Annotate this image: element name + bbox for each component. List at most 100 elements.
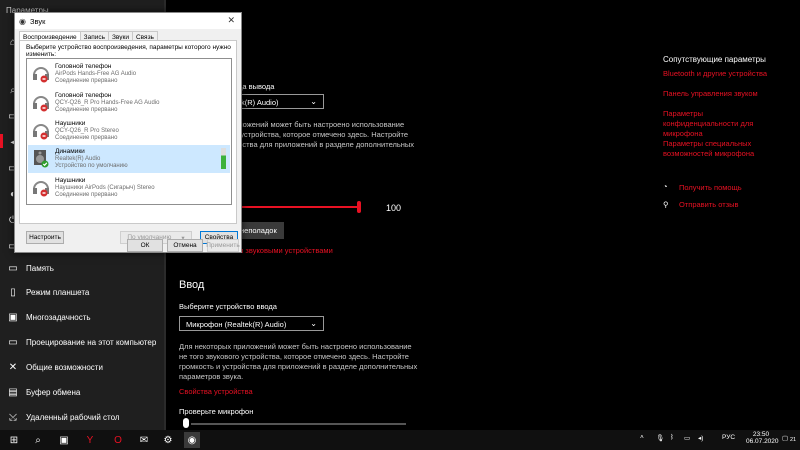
sidebar-item-shared-experiences[interactable]: ✕ Общие возможности	[0, 355, 166, 379]
list-item-selected[interactable]: Динамики Realtek(R) Audio Устройство по …	[28, 145, 230, 173]
headphones-icon	[33, 181, 49, 197]
headset-icon	[33, 67, 49, 83]
input-heading: Ввод	[179, 279, 205, 291]
shared-experiences-icon: ✕	[8, 361, 18, 373]
playback-prompt: Выберите устройство воспроизведения, пар…	[26, 44, 231, 58]
notification-center-icon[interactable]: ▢	[782, 434, 788, 442]
mail-icon[interactable]: ✉	[136, 432, 152, 448]
input-desc-1: Для некоторых приложений может быть наст…	[179, 342, 412, 351]
volume-tray-icon[interactable]: ◂)	[698, 434, 703, 442]
sidebar-item-label: Память	[26, 263, 54, 273]
sidebar-item-clipboard[interactable]: ▤ Буфер обмена	[0, 380, 166, 404]
input-device-label: Выберите устройство ввода	[179, 302, 277, 311]
task-view-icon[interactable]: ▣	[56, 432, 72, 448]
related-settings-heading: Сопутствующие параметры	[663, 55, 766, 64]
device-status: Соединение прервано	[55, 107, 118, 113]
windows-start-icon[interactable]: ⊞	[6, 432, 22, 448]
network-tray-icon[interactable]: ▭	[684, 434, 690, 442]
bluetooth-tray-icon[interactable]: ᛒ	[670, 434, 674, 441]
cancel-button[interactable]: Отмена	[167, 239, 203, 252]
device-desc: AirPods Hands-Free AG Audio	[55, 71, 137, 77]
device-desc: Наушники AirPods (Сигарыч) Stereo	[55, 185, 155, 191]
configure-button[interactable]: Настроить	[26, 231, 64, 244]
volume-slider-fill[interactable]	[234, 206, 358, 208]
tray-overflow-icon[interactable]: ˄	[640, 434, 644, 441]
sidebar-item-label: Многозадачность	[26, 312, 91, 322]
sidebar-item-label: Проецирование на этот компьютер	[26, 337, 157, 347]
sidebar-item-label: Удаленный рабочий стол	[26, 412, 120, 422]
opera-icon[interactable]: O	[110, 432, 126, 448]
sidebar-item-remote-desktop[interactable]: ⤩ Удаленный рабочий стол	[0, 405, 166, 429]
search-icon[interactable]: ⌕	[30, 432, 46, 448]
settings-taskbar-icon[interactable]: ⚙	[160, 432, 176, 448]
storage-icon: ▭	[8, 262, 18, 274]
desktop: ⌂ ⌕ ▭ ◂ ▭ ◐ ⏻ ▭ ▭ Память ▯ Режим планшета …	[0, 0, 800, 450]
sidebar-item-label: Режим планшета	[26, 287, 90, 297]
output-desc-2: о устройства, которое отмечено здесь. На…	[234, 130, 409, 139]
sidebar-item-label: Буфер обмена	[26, 387, 81, 397]
output-desc-1: иложений может быть настроено использова…	[234, 120, 405, 129]
microphone-accessibility-link[interactable]: Параметры специальных возможностей микро…	[663, 139, 773, 159]
speaker-icon	[34, 150, 49, 168]
input-device-value: Микрофон (Realtek(R) Audio)	[186, 320, 287, 329]
sidebar-item-projecting[interactable]: ▭ Проецирование на этот компьютер	[0, 330, 166, 354]
clock[interactable]: 23:50 06.07.2020	[746, 431, 779, 445]
bluetooth-link[interactable]: Bluetooth и другие устройства	[663, 69, 767, 79]
chevron-down-icon: ⌄	[310, 97, 317, 106]
projecting-icon: ▭	[8, 336, 18, 348]
list-item[interactable]: Наушники QCY-Q26_R Pro Stereo Соединение…	[28, 117, 230, 145]
microphone-level-bar	[191, 423, 406, 425]
sidebar-item-label: Общие возможности	[26, 362, 103, 372]
microphone-privacy-link[interactable]: Параметры конфиденциальности для микрофо…	[663, 109, 773, 139]
device-desc: QCY-Q26_R Pro Stereo	[55, 128, 119, 134]
device-desc: QCY-Q26_R Pro Hands-Free AG Audio	[55, 100, 160, 106]
output-device-value: k(R) Audio)	[241, 98, 279, 107]
headset-icon	[33, 96, 49, 112]
sidebar-item-tablet[interactable]: ▯ Режим планшета	[0, 280, 166, 304]
headphones-icon	[33, 124, 49, 140]
device-list: Головной телефон AirPods Hands-Free AG A…	[26, 58, 232, 205]
sidebar-item-multitasking[interactable]: ▣ Многозадачность	[0, 305, 166, 329]
list-item[interactable]: Головной телефон QCY-Q26_R Pro Hands-Fre…	[28, 89, 230, 117]
sidebar-item-storage[interactable]: ▭ Память	[0, 256, 166, 280]
sound-app-taskbar-icon[interactable]: ◉	[184, 432, 200, 448]
chevron-down-icon: ⌄	[310, 319, 317, 328]
help-icon: ◔	[663, 182, 668, 191]
apply-button[interactable]: Применить	[206, 239, 240, 252]
input-device-select[interactable]: Микрофон (Realtek(R) Audio) ⌄	[179, 316, 324, 331]
dialog-titlebar[interactable]: ◉ Звук	[15, 13, 241, 29]
remote-desktop-icon: ⤩	[9, 411, 17, 423]
device-name: Головной телефон	[55, 63, 112, 70]
microphone-tray-icon[interactable]: 🎙	[656, 434, 664, 442]
list-item[interactable]: Головной телефон AirPods Hands-Free AG A…	[28, 60, 230, 88]
device-status: Соединение прервано	[55, 192, 118, 198]
feedback-link[interactable]: Отправить отзыв	[679, 200, 739, 210]
get-help-link[interactable]: Получить помощь	[679, 183, 742, 193]
output-desc-3: ойства для приложений в разделе дополнит…	[234, 140, 415, 149]
volume-slider-thumb[interactable]	[357, 201, 361, 213]
dialog-close-button[interactable]: ✕	[227, 15, 235, 26]
ok-button[interactable]: ОК	[127, 239, 163, 252]
device-status: Соединение прервано	[55, 135, 118, 141]
manage-devices-link[interactable]: ми звуковыми устройствами	[234, 246, 333, 256]
output-device-select[interactable]: k(R) Audio) ⌄	[234, 94, 324, 109]
clipboard-icon: ▤	[8, 386, 18, 398]
clock-date: 06.07.2020	[746, 438, 779, 445]
language-indicator[interactable]: РУС	[722, 434, 735, 441]
sound-control-panel-link[interactable]: Панель управления звуком	[663, 89, 758, 99]
sound-dialog: ◉ Звук ✕ Воспроизведение Запись Звуки Св…	[14, 12, 242, 253]
dialog-title: Звук	[29, 16, 46, 26]
tablet-icon: ▯	[10, 286, 16, 298]
device-name: Головной телефон	[55, 92, 112, 99]
notification-count: 21	[790, 437, 797, 443]
input-desc-2: не того звукового устройства, которое от…	[179, 352, 409, 361]
device-name: Динамики	[55, 148, 85, 155]
playback-panel: Выберите устройство воспроизведения, пар…	[19, 40, 238, 244]
volume-value: 100	[386, 203, 402, 213]
yandex-browser-icon[interactable]: Y	[82, 432, 98, 448]
test-microphone-label: Проверьте микрофон	[179, 407, 254, 416]
list-item[interactable]: Наушники Наушники AirPods (Сигарыч) Ster…	[28, 174, 230, 202]
related-settings-panel: Сопутствующие параметры Bluetooth и друг…	[656, 0, 800, 430]
microphone-icon	[183, 418, 189, 428]
device-properties-link[interactable]: Свойства устройства	[179, 387, 253, 397]
